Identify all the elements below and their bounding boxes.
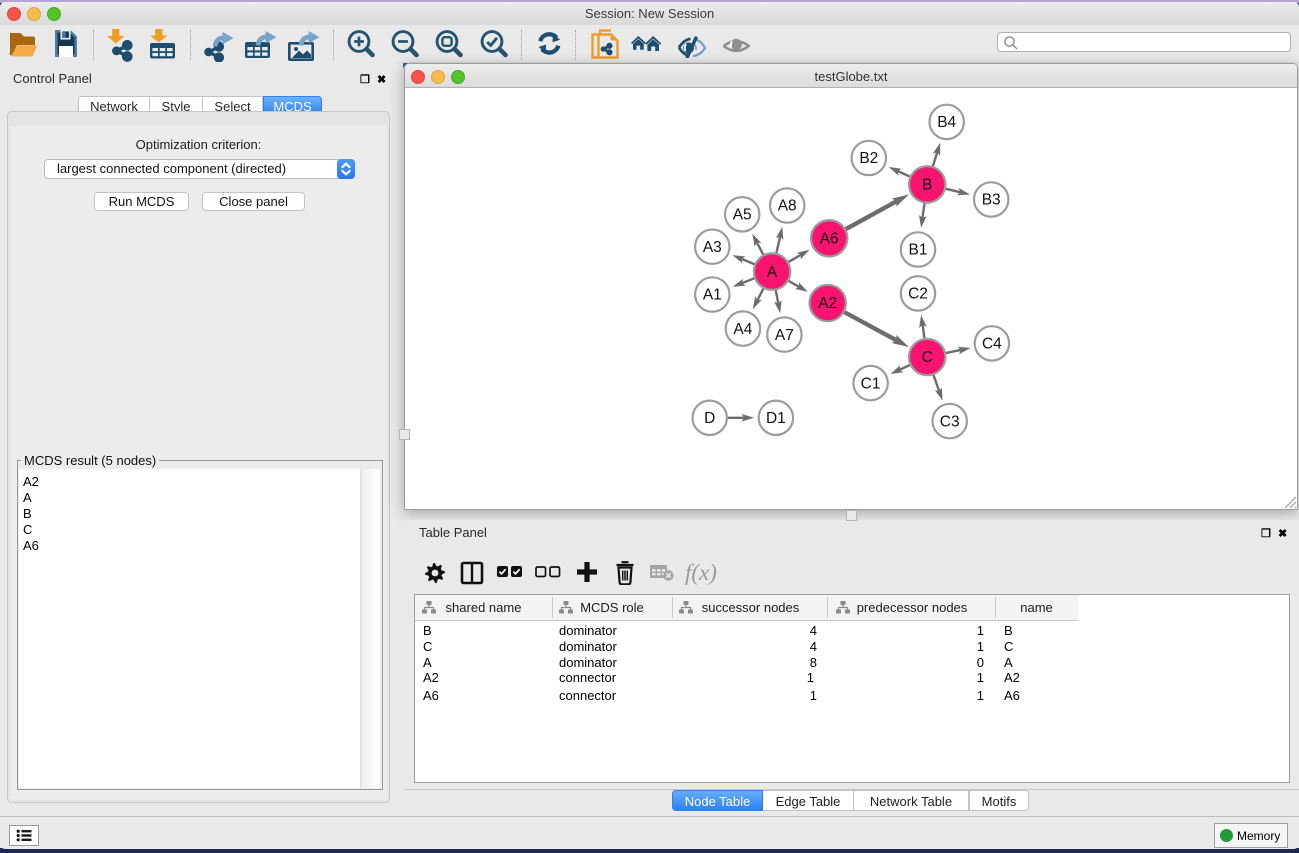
svg-text:C3: C3 xyxy=(940,413,960,430)
svg-text:B: B xyxy=(922,177,932,194)
svg-text:B1: B1 xyxy=(909,242,928,259)
svg-text:C: C xyxy=(922,349,933,366)
svg-text:A7: A7 xyxy=(775,327,794,344)
svg-text:C4: C4 xyxy=(982,336,1002,353)
svg-text:A3: A3 xyxy=(703,239,722,256)
svg-text:B2: B2 xyxy=(859,150,878,167)
svg-text:A4: A4 xyxy=(733,321,752,338)
svg-text:C1: C1 xyxy=(861,375,881,392)
svg-text:A1: A1 xyxy=(703,287,722,304)
svg-text:A: A xyxy=(767,264,778,281)
svg-text:D: D xyxy=(704,410,715,427)
svg-text:C2: C2 xyxy=(908,286,928,303)
svg-text:D1: D1 xyxy=(766,410,786,427)
svg-text:A2: A2 xyxy=(818,295,837,312)
svg-text:A8: A8 xyxy=(778,198,797,215)
svg-text:A5: A5 xyxy=(733,207,752,224)
svg-text:A6: A6 xyxy=(820,231,839,248)
svg-text:B3: B3 xyxy=(982,192,1001,209)
svg-text:B4: B4 xyxy=(937,114,956,131)
